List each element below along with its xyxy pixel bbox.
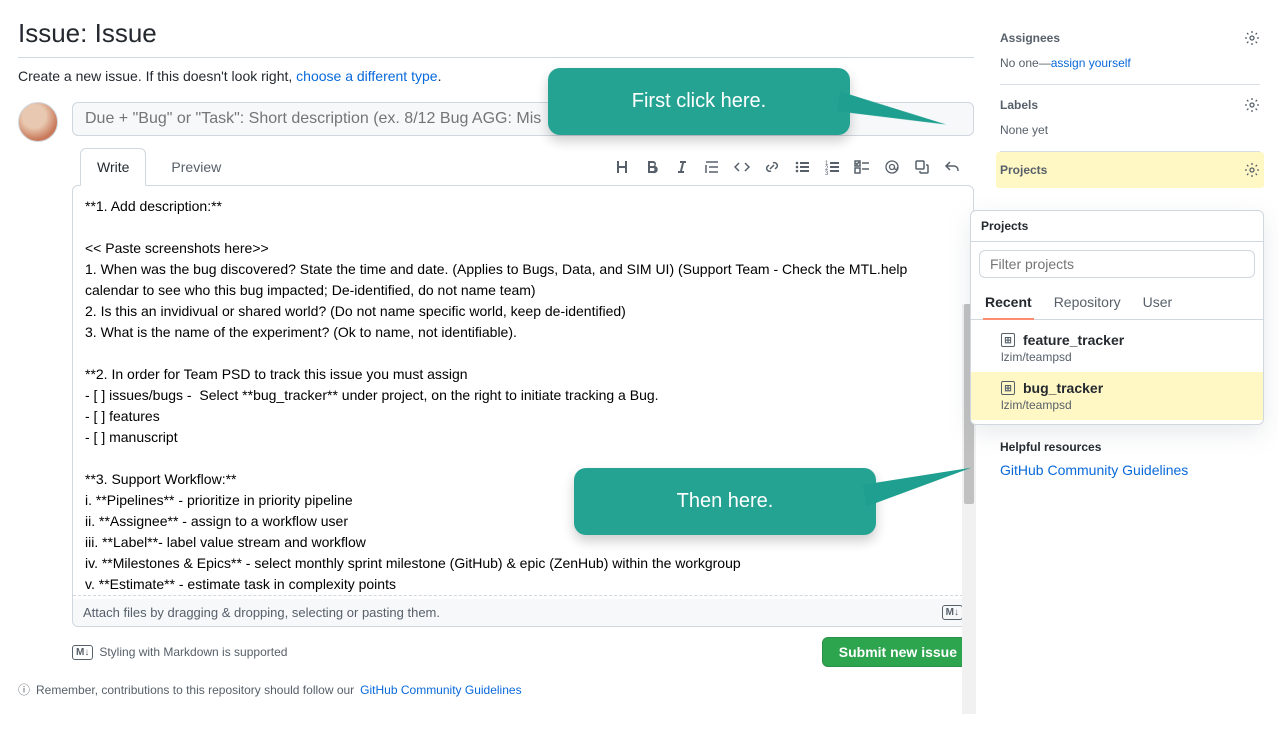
- annotation-callout-1: First click here.: [548, 68, 850, 135]
- info-icon: ⓘ: [18, 681, 30, 698]
- gear-icon[interactable]: [1244, 30, 1260, 46]
- popover-title: Projects: [971, 211, 1263, 242]
- ul-icon[interactable]: [794, 159, 810, 175]
- italic-icon[interactable]: [674, 159, 690, 175]
- page-title: Issue: Issue: [18, 18, 974, 58]
- avatar[interactable]: [18, 102, 58, 142]
- gear-icon[interactable]: [1244, 97, 1260, 113]
- assign-yourself-link[interactable]: assign yourself: [1051, 56, 1131, 70]
- assignees-none: No one—: [1000, 56, 1051, 70]
- subnote-suffix: .: [438, 68, 442, 84]
- tab-preview[interactable]: Preview: [154, 148, 238, 186]
- popover-tab-recent[interactable]: Recent: [983, 286, 1034, 320]
- footer-prefix: Remember, contributions to this reposito…: [36, 683, 354, 697]
- popover-tab-user[interactable]: User: [1141, 286, 1175, 320]
- community-guidelines-link[interactable]: GitHub Community Guidelines: [1000, 462, 1260, 478]
- bold-icon[interactable]: [644, 159, 660, 175]
- markdown-badge-icon: M↓: [72, 645, 93, 660]
- reference-icon[interactable]: [914, 159, 930, 175]
- filter-projects-input[interactable]: [979, 250, 1255, 278]
- attach-hint[interactable]: Attach files by dragging & dropping, sel…: [83, 605, 440, 620]
- mention-icon[interactable]: [884, 159, 900, 175]
- labels-title: Labels: [1000, 98, 1038, 112]
- projects-popover: Projects Recent Repository User ⊞feature…: [970, 210, 1264, 425]
- markdown-toolbar: 123: [614, 159, 966, 175]
- choose-type-link[interactable]: choose a different type: [296, 68, 437, 84]
- markdown-support-note: M↓ Styling with Markdown is supported: [72, 645, 287, 660]
- tab-write[interactable]: Write: [80, 148, 146, 186]
- reply-icon[interactable]: [944, 159, 960, 175]
- quote-icon[interactable]: [704, 159, 720, 175]
- popover-tab-repository[interactable]: Repository: [1052, 286, 1123, 320]
- footer-guidelines-link[interactable]: GitHub Community Guidelines: [360, 683, 521, 697]
- submit-issue-button[interactable]: Submit new issue: [822, 637, 974, 667]
- link-icon[interactable]: [764, 159, 780, 175]
- helpful-resources-title: Helpful resources: [1000, 440, 1260, 454]
- ol-icon[interactable]: 123: [824, 159, 840, 175]
- heading-icon[interactable]: [614, 159, 630, 175]
- gear-icon[interactable]: [1244, 162, 1260, 178]
- markdown-badge-icon[interactable]: M↓: [942, 605, 963, 620]
- svg-text:3: 3: [825, 171, 829, 175]
- subnote-prefix: Create a new issue. If this doesn't look…: [18, 68, 296, 84]
- tasklist-icon[interactable]: [854, 159, 870, 175]
- project-item-bug-tracker[interactable]: ⊞bug_tracker lzim/teampsd: [971, 372, 1263, 420]
- md-support-text: Styling with Markdown is supported: [99, 645, 287, 659]
- labels-none: None yet: [1000, 123, 1260, 137]
- project-icon: ⊞: [1001, 381, 1015, 395]
- code-icon[interactable]: [734, 159, 750, 175]
- assignees-title: Assignees: [1000, 31, 1060, 45]
- projects-title: Projects: [1000, 163, 1047, 177]
- project-icon: ⊞: [1001, 333, 1015, 347]
- annotation-callout-2: Then here.: [574, 468, 876, 535]
- project-item-feature-tracker[interactable]: ⊞feature_tracker lzim/teampsd: [971, 324, 1263, 372]
